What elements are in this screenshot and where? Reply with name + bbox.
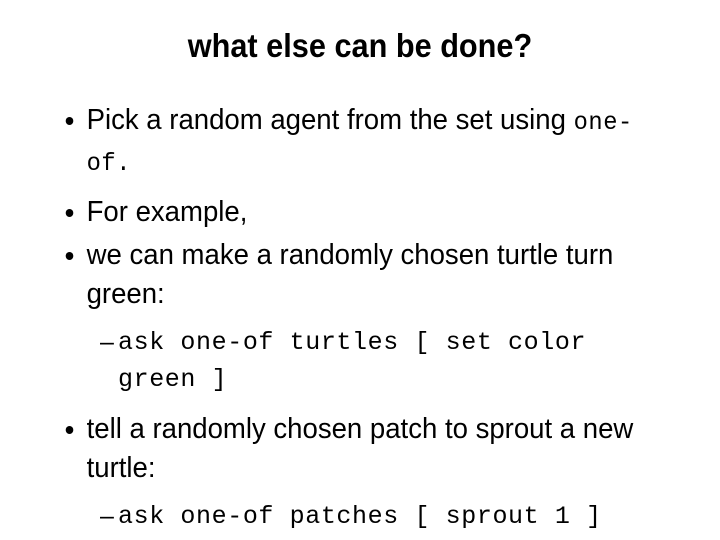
bullet-pick-random-agent: Pick a random agent from the set using o…: [60, 101, 640, 183]
bullet-sprout-new-turtle: tell a randomly chosen patch to sprout a…: [60, 410, 640, 488]
bullet-text: we can make a randomly chosen turtle tur…: [86, 239, 614, 310]
bullet-text: tell a randomly chosen patch to sprout a…: [86, 413, 634, 484]
code-ask-one-of-turtles: – ask one-of turtles [ set color green ]: [60, 324, 670, 398]
code-text: ask one-of patches [ sprout 1 ]: [118, 502, 602, 531]
slide-body: Pick a random agent from the set using o…: [60, 101, 670, 535]
page-title: what else can be done?: [187, 27, 533, 64]
bullet-dot-icon: [65, 209, 74, 217]
bullet-text: For example,: [86, 196, 248, 228]
code-ask-one-of-patches: – ask one-of patches [ sprout 1 ]: [60, 498, 670, 535]
slide-canvas: what else can be done? Pick a random age…: [0, 0, 720, 540]
code-text: ask one-of turtles [ set color green ]: [118, 328, 587, 394]
sub-bullet-dash-icon: –: [100, 328, 115, 356]
bullet-for-example: For example,: [60, 193, 640, 232]
sub-bullet-dash-icon: –: [100, 502, 115, 530]
bullet-text: Pick a random agent from the set using: [86, 104, 566, 136]
bullet-make-turtle-green: we can make a randomly chosen turtle tur…: [60, 236, 640, 314]
bullet-dot-icon: [65, 426, 74, 434]
bullet-dot-icon: [65, 117, 74, 125]
bullet-dot-icon: [65, 252, 74, 260]
